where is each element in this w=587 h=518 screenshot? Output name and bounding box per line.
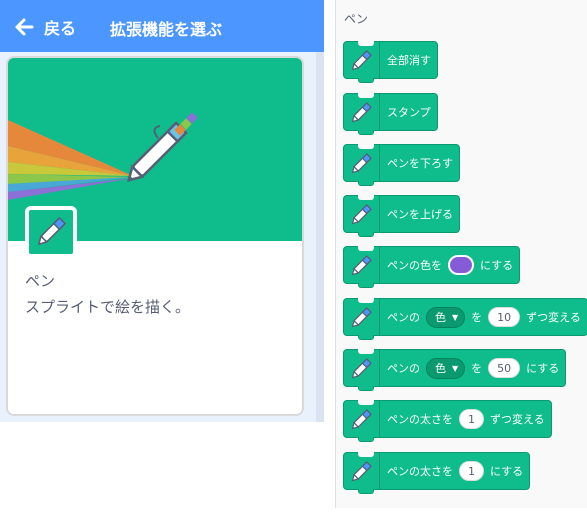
extension-card-pen[interactable]: ペン スプライトで絵を描く。 bbox=[6, 56, 304, 416]
pen-icon bbox=[344, 247, 380, 283]
pen-icon bbox=[344, 401, 380, 437]
block-label: にする bbox=[490, 465, 524, 478]
pen-icon bbox=[344, 94, 380, 130]
block-label: にする bbox=[480, 259, 514, 272]
pen-icon bbox=[344, 350, 380, 386]
block-label: を bbox=[471, 311, 483, 324]
pen-icon bbox=[344, 42, 380, 78]
dropdown-value: 色 bbox=[435, 311, 446, 324]
block-label: ずつ変える bbox=[490, 413, 545, 426]
param-dropdown[interactable]: 色 ▼ bbox=[426, 306, 466, 328]
scrollbar[interactable] bbox=[316, 52, 324, 422]
arrow-left-icon bbox=[15, 18, 34, 36]
param-dropdown[interactable]: 色 ▼ bbox=[426, 357, 466, 379]
block-label: ずつ変える bbox=[526, 311, 581, 324]
dropdown-value: 色 bbox=[435, 362, 446, 375]
extension-description: スプライトで絵を描く。 bbox=[25, 298, 191, 316]
block-label: にする bbox=[526, 362, 560, 375]
block-label: を bbox=[471, 362, 483, 375]
number-input[interactable]: 50 bbox=[488, 358, 521, 378]
block-set-pen-color-to[interactable]: ペンの色を にする bbox=[343, 246, 521, 288]
number-input[interactable]: 10 bbox=[488, 307, 521, 327]
library-header: 戻る 拡張機能を選ぶ bbox=[0, 0, 324, 52]
block-stamp[interactable]: スタンプ bbox=[343, 93, 438, 135]
category-label: ペン bbox=[344, 12, 369, 26]
back-label: 戻る bbox=[44, 19, 77, 38]
block-label: 全部消す bbox=[387, 54, 431, 67]
block-label: ペンの太さを bbox=[387, 465, 453, 478]
block-label: ペンを下ろす bbox=[387, 157, 453, 170]
color-picker-input[interactable] bbox=[448, 255, 474, 275]
pen-icon bbox=[344, 196, 380, 232]
pen-icon bbox=[344, 453, 380, 489]
number-input[interactable]: 1 bbox=[459, 409, 484, 429]
block-set-pen-param-to[interactable]: ペンの 色 ▼ を 50 にする bbox=[343, 349, 567, 391]
block-pen-up[interactable]: ペンを上げる bbox=[343, 195, 460, 237]
block-set-pen-size-to[interactable]: ペンの太さを 1 にする bbox=[343, 452, 531, 494]
extension-name: ペン bbox=[25, 272, 56, 290]
pen-icon bbox=[344, 145, 380, 181]
extension-library-panel: 戻る 拡張機能を選ぶ ペン スプライトで絵を描く。 bbox=[0, 0, 324, 422]
block-change-pen-size-by[interactable]: ペンの太さを 1 ずつ変える bbox=[343, 400, 552, 442]
caret-down-icon: ▼ bbox=[452, 363, 459, 373]
block-pen-down[interactable]: ペンを下ろす bbox=[343, 144, 460, 186]
block-clear[interactable]: 全部消す bbox=[343, 41, 438, 83]
block-label: スタンプ bbox=[387, 106, 431, 119]
back-button[interactable]: 戻る bbox=[14, 14, 76, 40]
block-label: ペンの bbox=[387, 311, 420, 324]
block-label: ペンの色を bbox=[387, 259, 442, 272]
caret-down-icon: ▼ bbox=[452, 312, 459, 322]
pen-icon bbox=[25, 206, 77, 258]
block-palette: ペン 全部消す スタンプ ペンを下ろす ペンを上げる ペンの色を にする ペンの… bbox=[335, 0, 587, 508]
number-input[interactable]: 1 bbox=[459, 461, 484, 481]
block-change-pen-param-by[interactable]: ペンの 色 ▼ を 10 ずつ変える bbox=[343, 298, 587, 340]
pen-icon bbox=[344, 299, 380, 335]
page-title: 拡張機能を選ぶ bbox=[110, 20, 223, 39]
block-label: ペンの太さを bbox=[387, 413, 453, 426]
block-label: ペンを上げる bbox=[387, 208, 453, 221]
block-label: ペンの bbox=[387, 362, 420, 375]
